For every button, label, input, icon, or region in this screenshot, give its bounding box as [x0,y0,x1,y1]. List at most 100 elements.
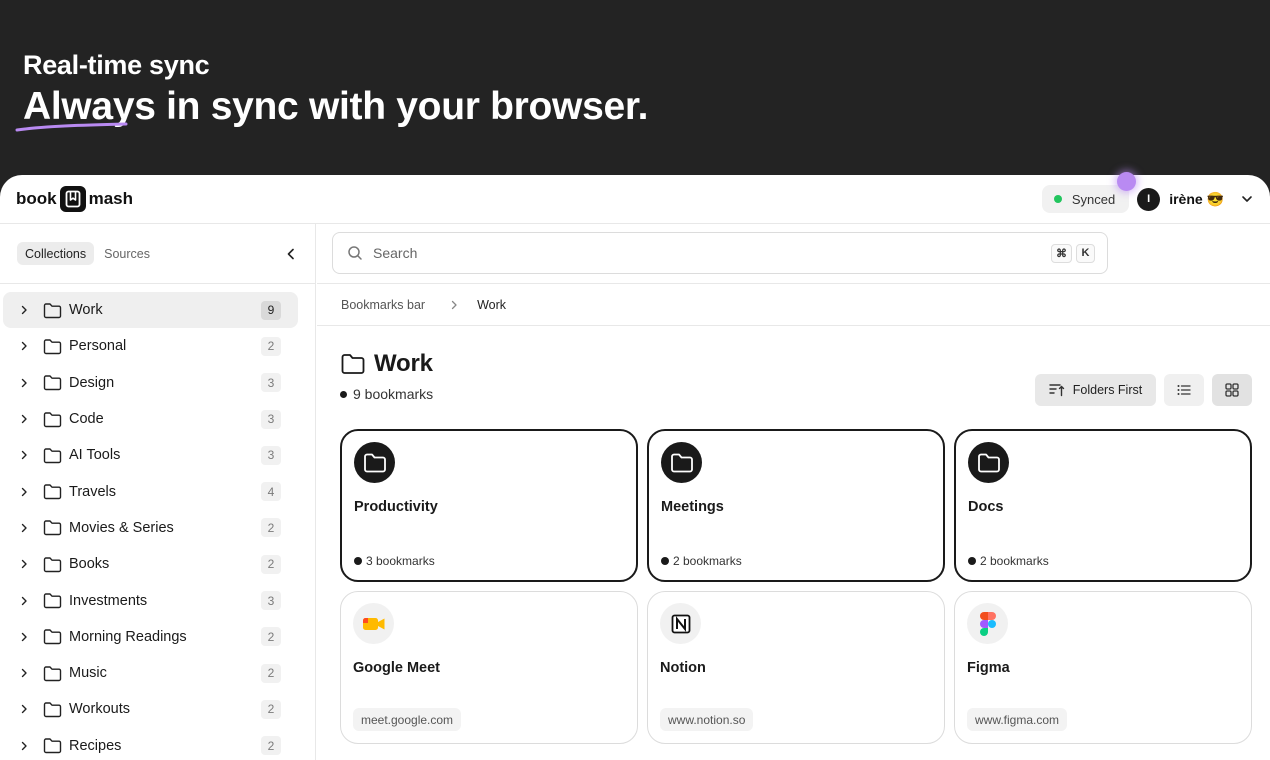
folder-icon [43,447,62,464]
sidebar-item-label: Work [69,302,103,319]
user-menu[interactable]: I irène 😎 [1137,187,1254,211]
sidebar-item[interactable]: Design 3 [3,365,298,401]
collection-tree: Work 9 Personal 2 Design 3 Code 3 AI Tools 3 Trave… [0,284,315,760]
user-name: irène 😎 [1169,190,1224,207]
figma-icon [967,603,1008,644]
sidebar-item[interactable]: Personal 2 [3,328,298,364]
sidebar-item[interactable]: Recipes 2 [3,728,298,760]
search-box[interactable]: ⌘ K [332,232,1108,274]
sort-folders-first-button[interactable]: Folders First [1035,374,1156,406]
sidebar-item[interactable]: Books 2 [3,546,298,582]
folder-icon [43,519,62,536]
breadcrumb: Bookmarks bar Work [317,284,1270,326]
google-meet-icon [353,603,394,644]
breadcrumb-current: Work [477,297,506,312]
folder-icon [354,442,395,483]
bookmark-card[interactable]: Google Meet meet.google.com [340,591,638,744]
expand-chevron-icon[interactable] [19,632,33,642]
card-title: Meetings [661,499,724,515]
expand-chevron-icon[interactable] [19,341,33,351]
expand-chevron-icon[interactable] [19,487,33,497]
sidebar-item[interactable]: Morning Readings 2 [3,619,298,655]
sidebar-item[interactable]: Code 3 [3,401,298,437]
bullet-dot [340,390,347,398]
main-panel: ⌘ K Bookmarks bar Work Work 9 bookmarks [317,224,1270,760]
synced-dot-icon [1053,195,1062,203]
sidebar-item-count: 2 [261,663,281,683]
sidebar-item-count: 2 [261,699,281,719]
card-title: Google Meet [353,660,441,676]
sidebar-item-count: 3 [261,591,281,611]
folder-count: 2 bookmarks [661,554,742,568]
top-bar: book mash Synced I irène 😎 [0,175,1270,224]
folder-icon [968,442,1009,483]
tab-collections[interactable]: Collections [17,242,95,265]
folder-icon [43,302,62,319]
sidebar-item-count: 9 [261,300,281,320]
folder-icon [43,628,62,645]
sidebar-item-count: 3 [261,373,281,393]
sidebar-item-label: Design [69,374,115,391]
sidebar-item-label: Investments [69,592,148,609]
sync-pulse-indicator [1117,172,1136,191]
bookmark-card[interactable]: Figma www.figma.com [954,591,1252,744]
sidebar-item[interactable]: Workouts 2 [3,691,298,727]
bullet-dot [968,557,976,565]
expand-chevron-icon[interactable] [19,559,33,569]
grid-view-button[interactable] [1212,374,1252,406]
sidebar-item-count: 2 [261,336,281,356]
folder-icon [340,352,366,376]
logo-text-right: mash [88,189,134,208]
search-bar-area: ⌘ K [317,224,1270,284]
card-title: Notion [660,660,706,676]
expand-chevron-icon[interactable] [19,378,33,388]
sidebar-item[interactable]: Movies & Series 2 [3,510,298,546]
folder-card[interactable]: Meetings 2 bookmarks [647,429,945,582]
chevron-down-icon[interactable] [1240,192,1254,206]
expand-chevron-icon[interactable] [19,450,33,460]
app-logo[interactable]: book mash [16,186,133,212]
sidebar-item-count: 3 [261,409,281,429]
bookmark-url-chip: www.notion.so [660,708,754,731]
folder-icon [43,665,62,682]
expand-chevron-icon[interactable] [19,596,33,606]
sidebar-item-label: Workouts [69,701,130,718]
folder-icon [43,592,62,609]
sidebar-item-label: Travels [69,483,116,500]
sidebar-item[interactable]: Travels 4 [3,473,298,509]
list-view-button[interactable] [1164,374,1204,406]
folder-count-label: 3 bookmarks [366,554,435,568]
notion-icon [660,603,701,644]
expand-chevron-icon[interactable] [19,414,33,424]
breadcrumb-root[interactable]: Bookmarks bar [341,298,425,312]
sidebar-item[interactable]: Work 9 [3,292,298,329]
folder-count: 2 bookmarks [968,554,1049,568]
folder-card[interactable]: Productivity 3 bookmarks [340,429,638,582]
bullet-dot [661,557,669,565]
sidebar-item-label: Music [69,665,107,682]
sync-status-label: Synced [1071,191,1116,207]
sidebar-item[interactable]: Investments 3 [3,582,298,618]
sidebar-item-count: 3 [261,445,281,465]
sidebar-item[interactable]: Music 2 [3,655,298,691]
collapse-sidebar-icon[interactable] [284,247,298,261]
sidebar-item[interactable]: AI Tools 3 [3,437,298,473]
tab-sources[interactable]: Sources [96,242,158,265]
expand-chevron-icon[interactable] [19,668,33,678]
sidebar-item-label: Code [69,411,104,428]
bookmark-card[interactable]: Notion www.notion.so [647,591,945,744]
search-icon [347,245,363,261]
card-title: Productivity [354,499,438,515]
collection-content: Work 9 bookmarks Folders First Productiv… [317,350,1270,744]
sync-status-badge: Synced [1041,185,1130,213]
folder-card[interactable]: Docs 2 bookmarks [954,429,1252,582]
expand-chevron-icon[interactable] [19,704,33,714]
chevron-right-icon [449,300,459,310]
expand-chevron-icon[interactable] [19,741,33,751]
bookmark-grid: Productivity 3 bookmarks Meetings 2 bookmar… [340,429,1252,744]
expand-chevron-icon[interactable] [19,523,33,533]
shortcut-cmd-key: ⌘ [1051,243,1072,263]
folder-icon [43,556,62,573]
search-input[interactable] [373,245,1047,261]
expand-chevron-icon[interactable] [19,305,33,315]
